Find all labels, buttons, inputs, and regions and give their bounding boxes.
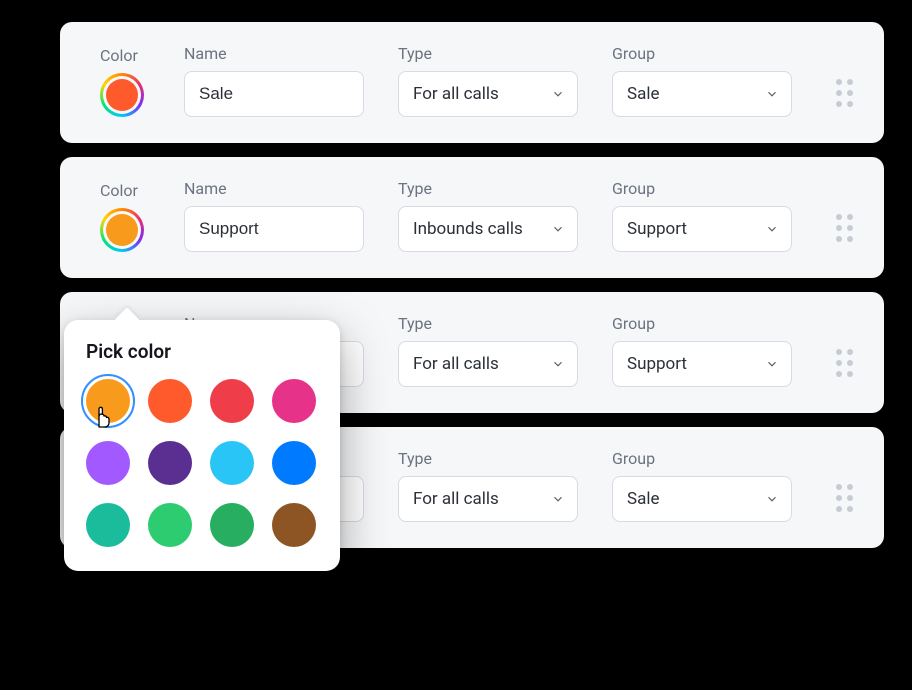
color-picker-popover: Pick color (64, 320, 340, 571)
color-option[interactable] (86, 503, 130, 547)
swatch-fill (106, 214, 138, 246)
color-option[interactable] (210, 379, 254, 423)
group-select[interactable]: Sale (612, 476, 792, 522)
color-swatch[interactable] (100, 73, 144, 117)
color-option[interactable] (210, 503, 254, 547)
type-value: Inbounds calls (413, 219, 523, 239)
name-input[interactable] (184, 71, 364, 117)
type-value: For all calls (413, 84, 499, 104)
name-label: Name (184, 179, 364, 198)
tag-row: Color Name Type Inbounds calls Group Sup… (60, 157, 884, 278)
type-select[interactable]: For all calls (398, 71, 578, 117)
color-label: Color (100, 181, 150, 200)
type-label: Type (398, 449, 578, 468)
drag-handle-icon[interactable] (836, 79, 856, 107)
drag-handle-icon[interactable] (836, 349, 856, 377)
color-swatch[interactable] (100, 208, 144, 252)
group-value: Support (627, 354, 687, 374)
name-input[interactable] (184, 206, 364, 252)
color-option[interactable] (86, 441, 130, 485)
color-option[interactable] (86, 379, 130, 423)
group-label: Group (612, 44, 792, 63)
color-option[interactable] (272, 503, 316, 547)
drag-handle-icon[interactable] (836, 214, 856, 242)
type-value: For all calls (413, 489, 499, 509)
type-label: Type (398, 314, 578, 333)
color-option[interactable] (148, 441, 192, 485)
group-label: Group (612, 449, 792, 468)
group-label: Group (612, 179, 792, 198)
chevron-down-icon (551, 222, 565, 236)
type-label: Type (398, 179, 578, 198)
group-select[interactable]: Support (612, 206, 792, 252)
color-label: Color (100, 46, 150, 65)
group-label: Group (612, 314, 792, 333)
chevron-down-icon (765, 222, 779, 236)
group-value: Sale (627, 489, 660, 509)
type-select[interactable]: For all calls (398, 476, 578, 522)
chevron-down-icon (765, 87, 779, 101)
type-select[interactable]: Inbounds calls (398, 206, 578, 252)
group-select[interactable]: Support (612, 341, 792, 387)
name-label: Name (184, 44, 364, 63)
swatch-fill (106, 79, 138, 111)
tag-row: Color Name Type For all calls Group Sale (60, 22, 884, 143)
chevron-down-icon (551, 87, 565, 101)
color-grid (86, 379, 318, 547)
type-value: For all calls (413, 354, 499, 374)
chevron-down-icon (551, 357, 565, 371)
group-value: Support (627, 219, 687, 239)
color-option[interactable] (272, 441, 316, 485)
color-option[interactable] (210, 441, 254, 485)
type-select[interactable]: For all calls (398, 341, 578, 387)
type-label: Type (398, 44, 578, 63)
group-select[interactable]: Sale (612, 71, 792, 117)
color-option[interactable] (272, 379, 316, 423)
chevron-down-icon (765, 492, 779, 506)
color-option[interactable] (148, 503, 192, 547)
color-option[interactable] (148, 379, 192, 423)
drag-handle-icon[interactable] (836, 484, 856, 512)
popover-title: Pick color (86, 340, 318, 363)
chevron-down-icon (551, 492, 565, 506)
chevron-down-icon (765, 357, 779, 371)
group-value: Sale (627, 84, 660, 104)
